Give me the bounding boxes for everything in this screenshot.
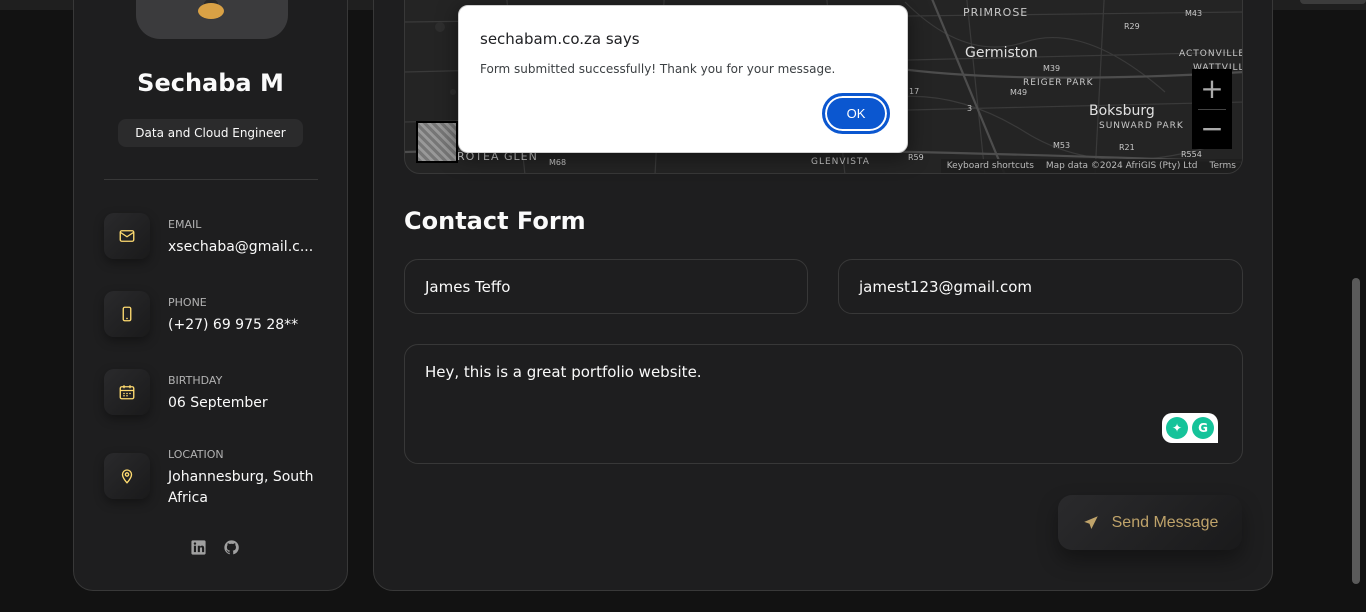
contact-label: Location xyxy=(168,448,224,461)
page-scrollbar[interactable] xyxy=(1352,278,1360,584)
road-label: R21 xyxy=(1119,143,1135,152)
map-label: SUNWARD PARK xyxy=(1099,121,1184,131)
map-label: REIGER PARK xyxy=(1023,78,1094,88)
alert-dialog: sechabam.co.za says Form submitted succe… xyxy=(458,5,908,153)
contact-label: Email xyxy=(168,218,202,231)
road-label: 17 xyxy=(909,87,920,96)
email-input[interactable]: jamest123@gmail.com xyxy=(838,259,1243,314)
contact-label: Phone xyxy=(168,296,207,309)
map-attribution: Map data ©2024 AfriGIS (Pty) Ltd xyxy=(1045,161,1198,171)
terms-link[interactable]: Terms xyxy=(1209,161,1236,171)
linkedin-icon[interactable] xyxy=(190,539,207,560)
divider xyxy=(104,179,318,180)
road-label: M68 xyxy=(549,158,567,167)
avatar-detail xyxy=(198,3,224,19)
dialog-message: Form submitted successfully! Thank you f… xyxy=(480,62,836,76)
map-zoom-controls: + − xyxy=(1192,69,1232,149)
email-link[interactable]: xsechaba@gmail.c... xyxy=(168,237,328,258)
map-footer: Keyboard shortcuts Map data ©2024 AfriGI… xyxy=(940,159,1242,173)
send-message-label: Send Message xyxy=(1111,513,1219,531)
satellite-toggle[interactable] xyxy=(416,121,458,163)
github-icon[interactable] xyxy=(223,539,240,560)
location-value: Johannesburg, South Africa xyxy=(168,469,314,506)
contact-label: Birthday xyxy=(168,374,223,387)
mail-icon xyxy=(104,213,150,259)
zoom-in-button[interactable]: + xyxy=(1192,69,1232,109)
road-label: M49 xyxy=(1010,88,1028,97)
road-label: 3 xyxy=(967,104,973,113)
calendar-icon xyxy=(104,369,150,415)
browser-edge-pill xyxy=(1300,0,1366,4)
road-label: M39 xyxy=(1043,64,1061,73)
road-label: R29 xyxy=(1124,22,1140,31)
message-textarea[interactable]: Hey, this is a great portfolio website. xyxy=(404,344,1243,464)
map-label: ACTONVILLE xyxy=(1179,49,1243,59)
fullname-input[interactable]: James Teffo xyxy=(404,259,808,314)
map-label: GLENVISTA xyxy=(811,157,870,167)
grammarly-widget[interactable]: ✦ G xyxy=(1162,413,1218,443)
grammarly-logo-icon: G xyxy=(1192,417,1214,439)
road-label: R59 xyxy=(908,153,924,162)
map-label: Boksburg xyxy=(1089,103,1155,119)
birthday-value: 06 September xyxy=(168,395,268,411)
avatar xyxy=(136,0,288,39)
profile-name: Sechaba M xyxy=(137,69,284,97)
paper-plane-icon xyxy=(1083,515,1098,529)
map-label: Germiston xyxy=(965,45,1038,61)
contact-form-title: Contact Form xyxy=(404,207,586,235)
phone-link[interactable]: (+27) 69 975 28** xyxy=(168,315,328,336)
zoom-out-button[interactable]: − xyxy=(1192,109,1232,149)
map-label: PRIMROSE xyxy=(963,6,1029,19)
profile-sidebar: Sechaba M Data and Cloud Engineer Email … xyxy=(73,0,348,591)
ok-button[interactable]: OK xyxy=(822,93,890,134)
role-badge: Data and Cloud Engineer xyxy=(118,119,303,147)
zoom-divider xyxy=(1198,109,1226,110)
road-label: M43 xyxy=(1185,9,1203,18)
keyboard-shortcuts-link[interactable]: Keyboard shortcuts xyxy=(947,161,1034,171)
grammarly-assist-icon: ✦ xyxy=(1166,417,1188,439)
send-message-button[interactable]: Send Message xyxy=(1058,495,1242,550)
road-label: M53 xyxy=(1053,141,1071,150)
social-links xyxy=(190,539,240,560)
road-label: R554 xyxy=(1181,150,1202,159)
phone-icon xyxy=(104,291,150,337)
location-pin-icon xyxy=(104,453,150,499)
dialog-title: sechabam.co.za says xyxy=(480,30,640,48)
